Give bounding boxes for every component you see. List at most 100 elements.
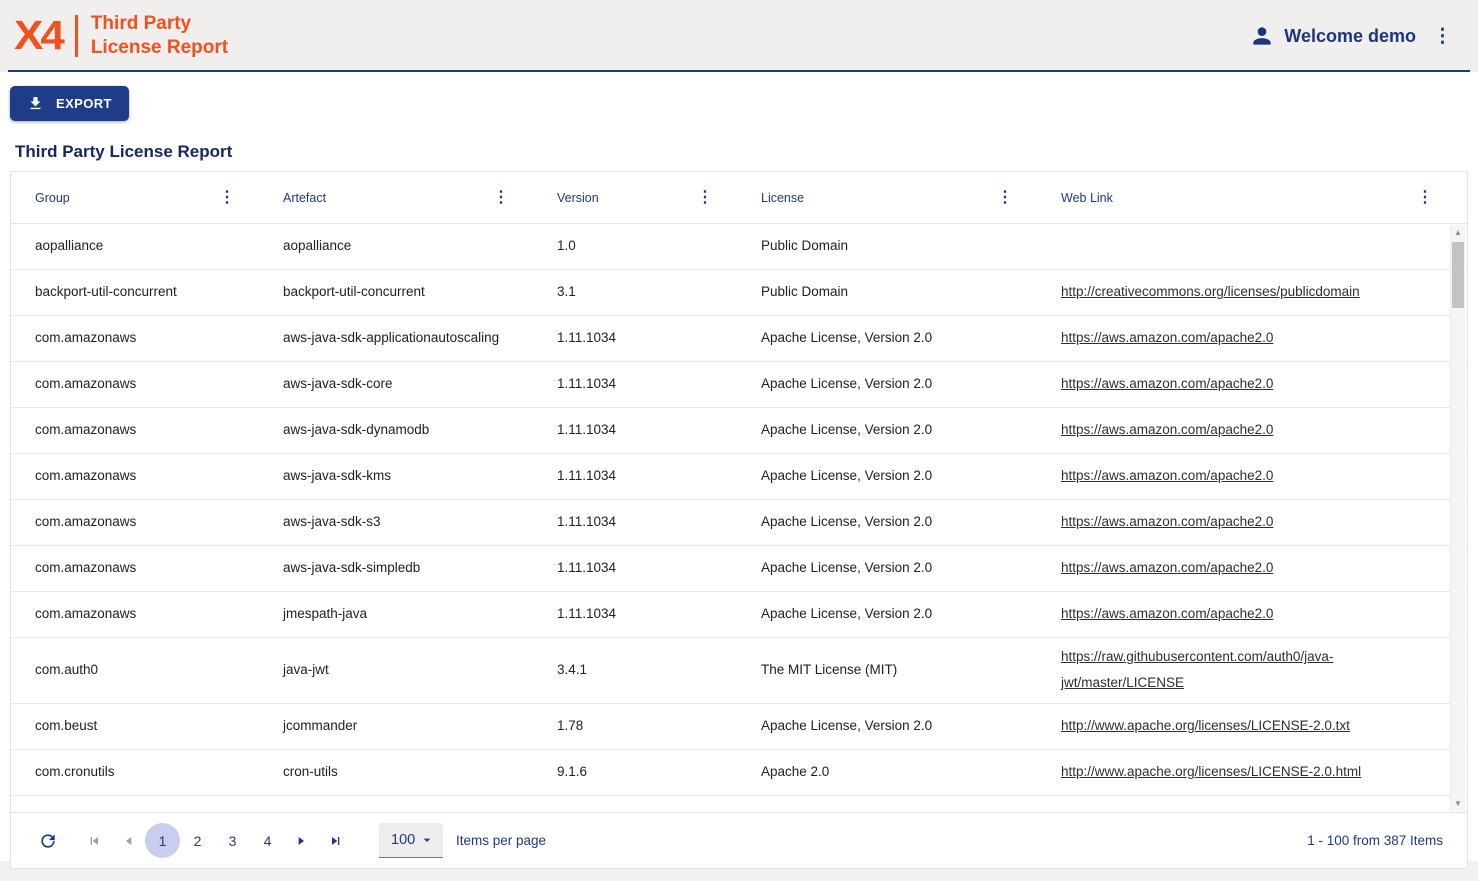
weblink-link[interactable]: https://aws.amazon.com/apache2.0 [1061,417,1273,443]
cell-artefact: aopalliance [259,224,533,269]
cell-group: com.amazonaws [11,500,259,545]
table-row: com.amazonawsaws-java-sdk-simpledb1.11.1… [11,546,1467,592]
user-area: Welcome demo ⋮ [1249,23,1452,49]
cell-group: com.amazonaws [11,408,259,453]
cell-weblink: http://creativecommons.org/licenses/publ… [1037,270,1467,315]
table-body: aopallianceaopalliance1.0Public Domainba… [11,224,1467,812]
column-menu-icon[interactable]: ⋮ [1417,190,1433,206]
weblink-link[interactable]: https://aws.amazon.com/apache2.0 [1061,463,1273,489]
cell-license: Apache License, Version 2.0 [737,704,1037,749]
table-header-row: Group ⋮ Artefact ⋮ Version ⋮ License ⋮ W… [11,172,1467,224]
weblink-link[interactable]: https://aws.amazon.com/apache2.0 [1061,601,1273,627]
items-per-page-value: 100 [391,832,415,848]
cell-version: 9.1.6 [533,750,737,795]
cell-group: com.amazonaws [11,454,259,499]
next-page-button[interactable] [285,824,319,858]
table-row: backport-util-concurrentbackport-util-co… [11,270,1467,316]
weblink-link[interactable]: https://raw.githubusercontent.com/auth0/… [1061,644,1443,697]
first-page-button[interactable] [77,824,111,858]
cell-weblink: https://aws.amazon.com/apache2.0 [1037,546,1467,591]
weblink-link[interactable]: http://www.apache.org/licenses/LICENSE-2… [1061,713,1350,739]
column-menu-icon[interactable]: ⋮ [493,190,509,206]
column-header-version: Version ⋮ [533,172,737,223]
page-buttons-host: 1234 [145,823,285,858]
items-per-page-select[interactable]: 100 [379,823,443,858]
cell-artefact: aws-java-sdk-s3 [259,500,533,545]
scrollbar-thumb[interactable] [1452,242,1464,308]
page-button-1[interactable]: 1 [145,823,180,858]
cell-license: Apache License, Version 2.0 [737,592,1037,637]
cell-version: 1.0 [533,224,737,269]
scroll-up-icon[interactable]: ▲ [1451,225,1465,240]
cell-weblink: http://www.apache.org/licenses/LICENSE-2… [1037,704,1467,749]
cell-version: 3.4.1 [533,638,737,703]
export-button[interactable]: EXPORT [10,86,129,121]
scroll-down-icon[interactable]: ▼ [1451,796,1465,811]
column-header-artefact: Artefact ⋮ [259,172,533,223]
page-button-2[interactable]: 2 [180,823,215,858]
cell-weblink: https://aws.amazon.com/apache2.0 [1037,362,1467,407]
cell-artefact: java-jwt [259,638,533,703]
column-menu-icon[interactable]: ⋮ [997,190,1013,206]
cell-artefact: aws-java-sdk-kms [259,454,533,499]
previous-page-button[interactable] [111,824,145,858]
weblink-link[interactable]: https://aws.amazon.com/apache2.0 [1061,371,1273,397]
user-menu-icon[interactable]: ⋮ [1433,27,1452,46]
cell-artefact: aws-java-sdk-core [259,362,533,407]
weblink-link[interactable]: https://aws.amazon.com/apache2.0 [1061,509,1273,535]
cell-weblink: http://www.apache.org/licenses/LICENSE-2… [1037,750,1467,795]
app-logo: X4 Third Party License Report [14,12,228,60]
cell-weblink: https://raw.githubusercontent.com/auth0/… [1037,638,1467,703]
cell-artefact: jmespath-java [259,592,533,637]
cell-weblink: https://aws.amazon.com/apache2.0 [1037,408,1467,453]
cell-version: 1.11.1034 [533,408,737,453]
weblink-link[interactable]: https://aws.amazon.com/apache2.0 [1061,325,1273,351]
column-header-group: Group ⋮ [11,172,259,223]
table-row: com.amazonawsaws-java-sdk-s31.11.1034Apa… [11,500,1467,546]
cell-weblink: https://aws.amazon.com/apache2.0 [1037,500,1467,545]
weblink-link[interactable]: http://www.apache.org/licenses/LICENSE-2… [1061,759,1361,785]
cell-group: com.amazonaws [11,362,259,407]
cell-artefact: jcommander [259,704,533,749]
cell-artefact: aws-java-sdk-simpledb [259,546,533,591]
page-title: Third Party License Report [15,142,1463,162]
table-scrollbar[interactable]: ▲ ▼ [1450,225,1465,811]
cell-version: 1.11.1034 [533,546,737,591]
weblink-link[interactable]: http://creativecommons.org/licenses/publ… [1061,279,1360,305]
cell-license: Public Domain [737,224,1037,269]
cell-group: com.amazonaws [11,592,259,637]
last-page-button[interactable] [319,824,353,858]
cell-group: com.beust [11,704,259,749]
column-menu-icon[interactable]: ⋮ [697,190,713,206]
cell-version: 1.11.1034 [533,500,737,545]
column-menu-icon[interactable]: ⋮ [219,190,235,206]
items-per-page-label: Items per page [456,833,546,848]
column-label: Web Link [1061,191,1113,205]
main-content: EXPORT Third Party License Report Group … [0,72,1478,861]
page-button-4[interactable]: 4 [250,823,285,858]
cell-weblink: https://aws.amazon.com/apache2.0 [1037,592,1467,637]
table-row: com.amazonawsaws-java-sdk-dynamodb1.11.1… [11,408,1467,454]
paginator: 1234 100 Items per page 1 - 100 from 387… [11,812,1467,868]
logo-x4: X4 [14,16,62,56]
cell-artefact: aws-java-sdk-applicationautoscaling [259,316,533,361]
column-label: Group [35,191,70,205]
app-header: X4 Third Party License Report Welcome de… [0,0,1478,72]
weblink-link[interactable]: https://aws.amazon.com/apache2.0 [1061,555,1273,581]
download-icon [27,95,44,112]
range-label: 1 - 100 from 387 Items [1307,833,1443,848]
page-button-3[interactable]: 3 [215,823,250,858]
cell-artefact: backport-util-concurrent [259,270,533,315]
column-label: Version [557,191,599,205]
cell-artefact: aws-java-sdk-dynamodb [259,408,533,453]
cell-group: backport-util-concurrent [11,270,259,315]
table-row: com.auth0java-jwt3.4.1The MIT License (M… [11,638,1467,704]
cell-group: com.auth0 [11,638,259,703]
cell-version: 1.78 [533,704,737,749]
table-row: com.amazonawsaws-java-sdk-applicationaut… [11,316,1467,362]
table-row: com.beustjcommander1.78Apache License, V… [11,704,1467,750]
refresh-button[interactable] [31,824,65,858]
app-title: Third Party License Report [91,12,228,60]
table-row: com.amazonawsaws-java-sdk-kms1.11.1034Ap… [11,454,1467,500]
cell-license: Apache License, Version 2.0 [737,454,1037,499]
